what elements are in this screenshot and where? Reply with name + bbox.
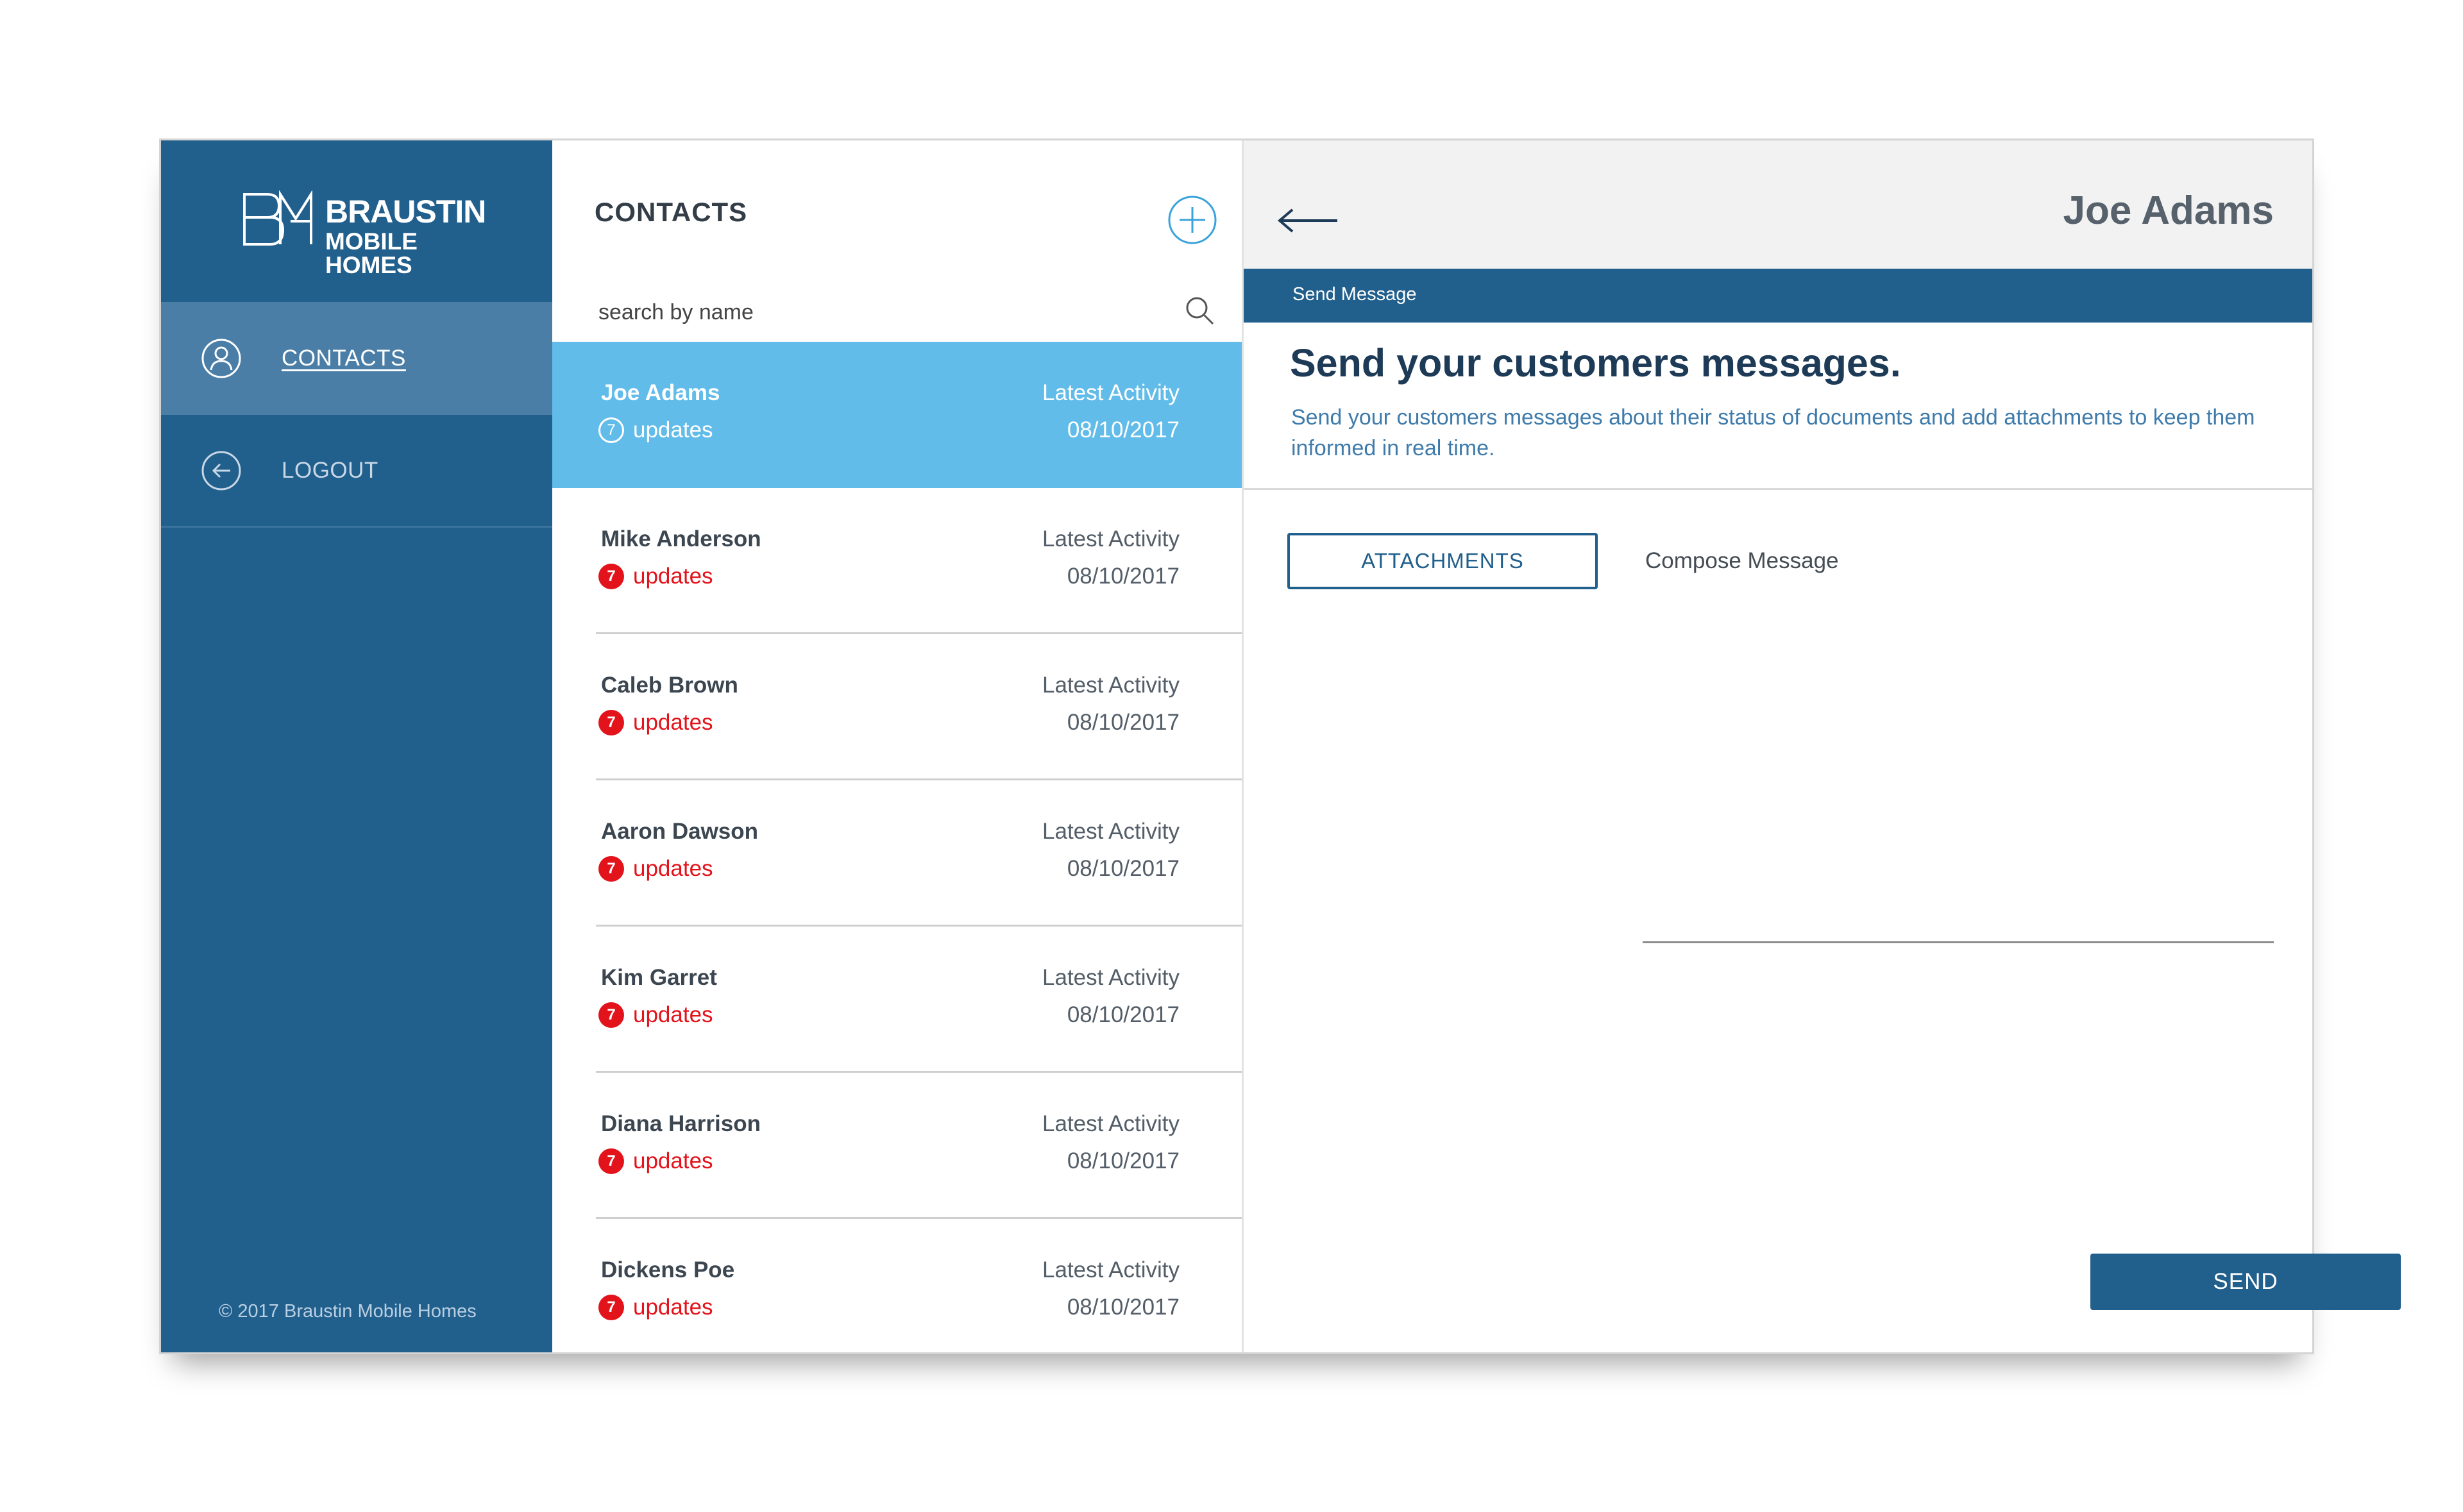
contact-item-caleb-brown[interactable]: Caleb Brown 7 updates Latest Activity 08… [552, 634, 1242, 780]
updates-badge: 7 [598, 417, 624, 443]
activity-date: 08/10/2017 [1067, 1148, 1180, 1173]
bm-monogram-icon [243, 190, 312, 246]
contact-name: Joe Adams [601, 380, 720, 405]
updates-label: updates [633, 1295, 713, 1320]
activity-date: 08/10/2017 [1067, 417, 1180, 442]
sidebar: BRAUSTIN MOBILE HOMES CONTACTS LOGOUT © … [161, 140, 552, 1352]
contact-item-kim-garret[interactable]: Kim Garret 7 updates Latest Activity 08/… [552, 927, 1242, 1073]
sidebar-item-label: LOGOUT [282, 457, 378, 483]
contacts-panel: CONTACTS Joe Adams 7 updates Latest Acti… [552, 140, 1244, 1352]
activity-label: Latest Activity [1042, 673, 1180, 698]
activity-date: 08/10/2017 [1067, 564, 1180, 589]
brand-line-1: BRAUSTIN [325, 194, 486, 230]
brand-name: BRAUSTIN MOBILE HOMES [325, 196, 486, 277]
contact-list: Joe Adams 7 updates Latest Activity 08/1… [552, 342, 1242, 1352]
updates-label: updates [633, 1002, 713, 1027]
contact-name: Mike Anderson [601, 526, 761, 551]
compose-label: Compose Message [1645, 548, 1839, 573]
updates-badge: 7 [598, 710, 624, 735]
contact-name: Diana Harrison [601, 1111, 761, 1136]
contact-title: Joe Adams [2063, 189, 2274, 233]
brand-logo: BRAUSTIN MOBILE HOMES [242, 190, 486, 277]
updates-indicator: 7 updates [598, 856, 713, 882]
updates-label: updates [633, 856, 713, 881]
section-divider [1244, 488, 2312, 490]
contact-item-mike-anderson[interactable]: Mike Anderson 7 updates Latest Activity … [552, 488, 1242, 634]
brand-line-2: MOBILE HOMES [325, 228, 418, 278]
updates-label: updates [633, 564, 713, 589]
activity-label: Latest Activity [1042, 380, 1180, 405]
sidebar-item-label: CONTACTS [282, 346, 406, 371]
activity-label: Latest Activity [1042, 819, 1180, 844]
search-icon[interactable] [1183, 294, 1217, 328]
activity-label: Latest Activity [1042, 1257, 1180, 1282]
updates-indicator: 7 updates [598, 1148, 713, 1174]
activity-date: 08/10/2017 [1067, 856, 1180, 881]
activity-label: Latest Activity [1042, 526, 1180, 551]
app-window: BRAUSTIN MOBILE HOMES CONTACTS LOGOUT © … [159, 139, 2401, 1354]
activity-date: 08/10/2017 [1067, 1295, 1180, 1320]
updates-indicator: 7 updates [598, 417, 713, 443]
contact-name: Aaron Dawson [601, 819, 759, 844]
compose-message-field[interactable] [1643, 589, 2274, 943]
updates-badge: 7 [598, 564, 624, 589]
arrow-left-circle-icon [201, 451, 241, 490]
user-icon [201, 339, 241, 378]
message-panel: Joe Adams Send Message Send your custome… [1244, 140, 2401, 1352]
contact-name: Caleb Brown [601, 673, 738, 698]
headline: Send your customers messages. [1290, 341, 1901, 385]
sidebar-item-logout[interactable]: LOGOUT [161, 415, 552, 528]
add-contact-button[interactable] [1167, 194, 1218, 246]
contacts-title: CONTACTS [595, 197, 748, 227]
contact-item-joe-adams[interactable]: Joe Adams 7 updates Latest Activity 08/1… [552, 342, 1242, 488]
activity-date: 08/10/2017 [1067, 710, 1180, 735]
contact-item-aaron-dawson[interactable]: Aaron Dawson 7 updates Latest Activity 0… [552, 780, 1242, 927]
contact-name: Dickens Poe [601, 1257, 735, 1282]
section-label: Send Message [1292, 284, 1417, 305]
back-button[interactable] [1276, 205, 1340, 237]
send-button[interactable]: SEND [2090, 1254, 2401, 1310]
updates-indicator: 7 updates [598, 1295, 713, 1320]
updates-badge: 7 [598, 1002, 624, 1028]
updates-badge: 7 [598, 1295, 624, 1320]
activity-date: 08/10/2017 [1067, 1002, 1180, 1027]
sidebar-item-contacts[interactable]: CONTACTS [161, 302, 552, 415]
search-input[interactable] [598, 294, 1163, 330]
updates-indicator: 7 updates [598, 564, 713, 589]
updates-indicator: 7 updates [598, 1002, 713, 1028]
attachments-button[interactable]: ATTACHMENTS [1287, 533, 1598, 589]
updates-badge: 7 [598, 1148, 624, 1174]
updates-label: updates [633, 1148, 713, 1173]
activity-label: Latest Activity [1042, 965, 1180, 990]
updates-label: updates [633, 417, 713, 442]
contact-item-dickens-poe[interactable]: Dickens Poe 7 updates Latest Activity 08… [552, 1219, 1242, 1352]
updates-indicator: 7 updates [598, 710, 713, 735]
copyright-text: © 2017 Braustin Mobile Homes [219, 1301, 477, 1322]
activity-label: Latest Activity [1042, 1111, 1180, 1136]
contact-item-diana-harrison[interactable]: Diana Harrison 7 updates Latest Activity… [552, 1073, 1242, 1219]
panel-header: Joe Adams [1244, 140, 2312, 269]
updates-label: updates [633, 710, 713, 735]
contact-name: Kim Garret [601, 965, 717, 990]
updates-badge: 7 [598, 856, 624, 882]
section-bar: Send Message [1244, 269, 2312, 323]
description-text: Send your customers messages about their… [1291, 405, 2255, 460]
